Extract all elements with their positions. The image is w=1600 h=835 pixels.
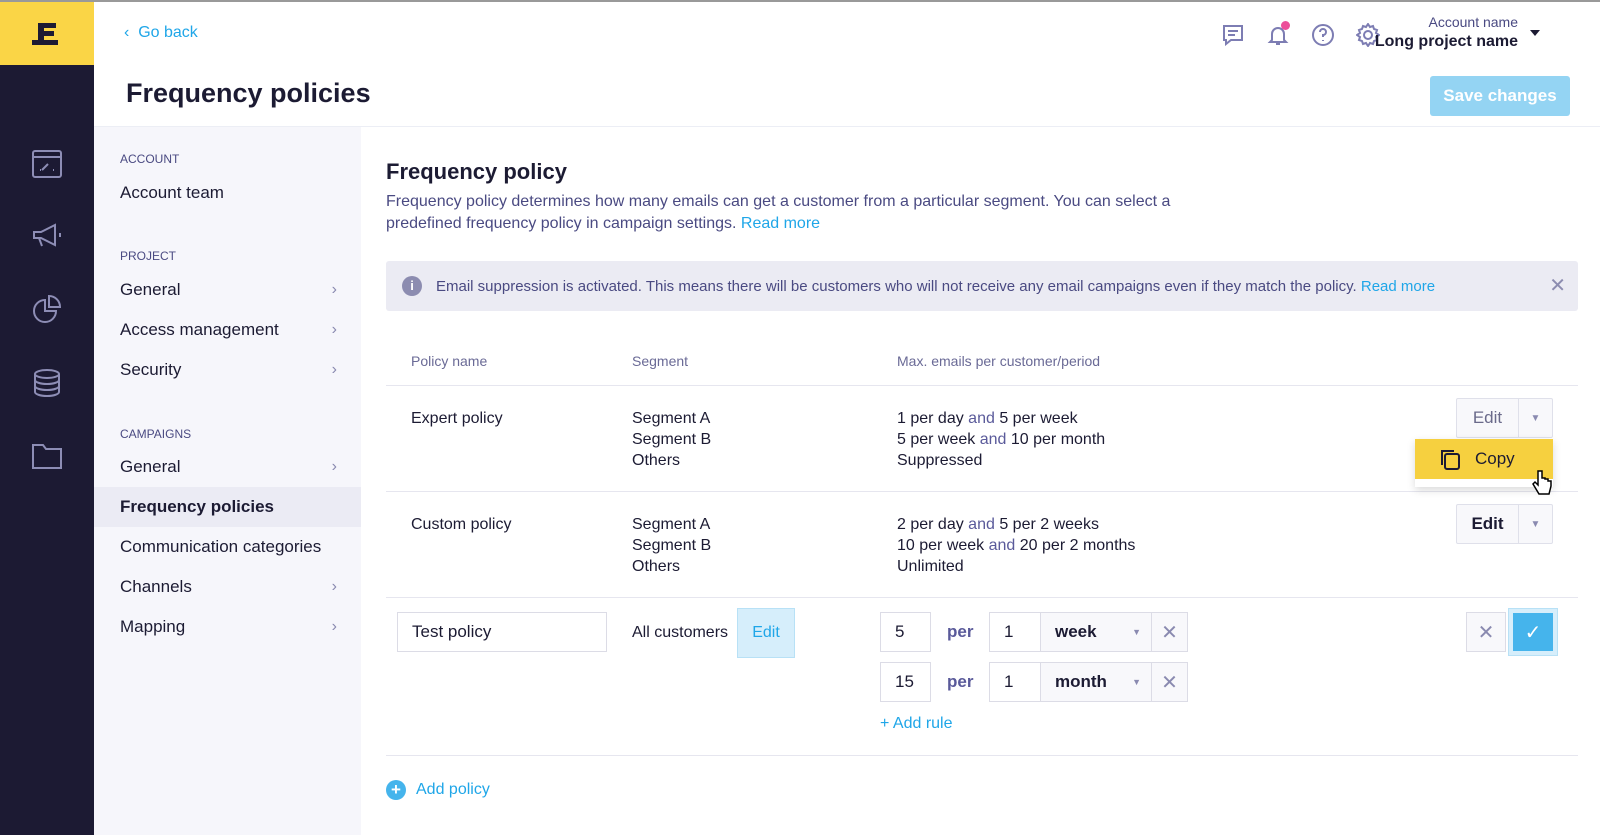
header: ‹ Go back Frequency policies Account nam… [94,2,1600,127]
add-policy-button[interactable]: + Add policy [386,780,490,800]
edit-dropdown-menu: Copy [1415,439,1553,495]
check-icon: ✓ [1513,613,1553,651]
sidebar-item-access-management[interactable]: Access management › [94,310,361,350]
description: Frequency policy determines how many ema… [386,193,1171,232]
period-input[interactable]: 1 [990,663,1041,701]
sidebar-item-campaigns-general[interactable]: General › [94,447,361,487]
chevron-right-icon: › [331,618,337,635]
logo-icon [32,22,58,45]
confirm-button[interactable]: ✓ [1508,608,1558,656]
section-label-project: PROJECT [120,249,177,263]
divider [386,597,1578,598]
banner-read-more-link[interactable]: Read more [1361,278,1435,295]
app-rail [0,2,94,835]
project-switcher[interactable]: Account name Long project name [1375,14,1518,51]
chevron-right-icon: › [331,578,337,595]
unit-select[interactable]: week ▼ [1041,613,1152,651]
divider [386,491,1578,492]
copy-icon [1441,450,1460,470]
bell-icon[interactable] [1265,21,1291,48]
edit-split-button[interactable]: Edit ▼ [1456,398,1553,438]
save-changes-button[interactable]: Save changes [1430,76,1570,116]
chevron-right-icon: › [331,321,337,338]
dropdown-caret-icon[interactable]: ▼ [1519,399,1552,437]
remove-rule-icon[interactable]: ✕ [1152,663,1187,701]
help-icon[interactable] [1310,22,1336,48]
notification-dot [1281,21,1290,30]
logo[interactable] [0,2,94,65]
column-header-max-emails: Max. emails per customer/period [897,353,1101,369]
column-header-policy-name: Policy name [411,353,488,369]
column-header-segment: Segment [632,353,689,369]
plus-circle-icon: + [386,780,406,800]
suppression-banner: i Email suppression is activated. This m… [386,261,1578,311]
divider [386,385,1578,386]
policy-name-input[interactable]: Test policy [397,612,607,652]
remove-rule-icon[interactable]: ✕ [1152,613,1187,651]
dropdown-caret-icon[interactable]: ▼ [1519,505,1552,543]
chevron-right-icon: › [331,458,337,475]
chat-icon[interactable] [1220,22,1246,48]
sidebar-item-channels[interactable]: Channels › [94,567,361,607]
sidebar-item-communication-categories[interactable]: Communication categories [94,527,361,567]
close-icon[interactable]: ✕ [1549,273,1566,298]
edit-split-button[interactable]: Edit ▼ [1456,504,1553,544]
sidebar-item-account-team[interactable]: Account team [94,173,361,213]
period-input[interactable]: 1 [990,613,1041,651]
go-back-link[interactable]: ‹ Go back [124,24,198,42]
dashboard-icon[interactable] [30,147,64,181]
caret-down-icon: ▼ [1132,677,1141,687]
chevron-right-icon: › [331,281,337,298]
chevron-left-icon: ‹ [124,24,139,41]
database-icon[interactable] [30,366,64,400]
read-more-link[interactable]: Read more [741,215,820,232]
rule-count-input[interactable]: 15 [880,662,931,702]
edit-button[interactable]: Edit [1457,505,1519,543]
sidebar-item-mapping[interactable]: Mapping › [94,607,361,647]
caret-down-icon[interactable] [1530,30,1540,36]
add-rule-link[interactable]: + Add rule [880,715,953,733]
pie-chart-icon[interactable] [30,292,64,326]
divider [386,755,1578,756]
unit-select[interactable]: month ▼ [1041,663,1152,701]
caret-down-icon: ▼ [1132,627,1141,637]
section-heading: Frequency policy [386,159,567,184]
settings-sidebar: ACCOUNT Account team PROJECT General › Ac… [94,127,361,835]
segment-edit-button[interactable]: Edit [737,608,795,658]
section-label-account: ACCOUNT [120,152,180,166]
folder-icon[interactable] [30,439,64,473]
megaphone-icon[interactable] [30,219,64,253]
edit-button[interactable]: Edit [1457,399,1519,437]
info-icon: i [402,276,422,296]
sidebar-item-security[interactable]: Security › [94,350,361,390]
rule-period: 1 month ▼ ✕ [989,662,1188,702]
rule-period: 1 week ▼ ✕ [989,612,1188,652]
cancel-button[interactable]: ✕ [1466,612,1506,652]
sidebar-item-general[interactable]: General › [94,270,361,310]
rule-count-input[interactable]: 5 [880,612,931,652]
chevron-right-icon: › [331,361,337,378]
section-label-campaigns: CAMPAIGNS [120,427,192,441]
page-title: Frequency policies [126,78,371,108]
sidebar-item-frequency-policies[interactable]: Frequency policies [94,487,361,527]
hand-cursor-icon [1532,470,1552,495]
